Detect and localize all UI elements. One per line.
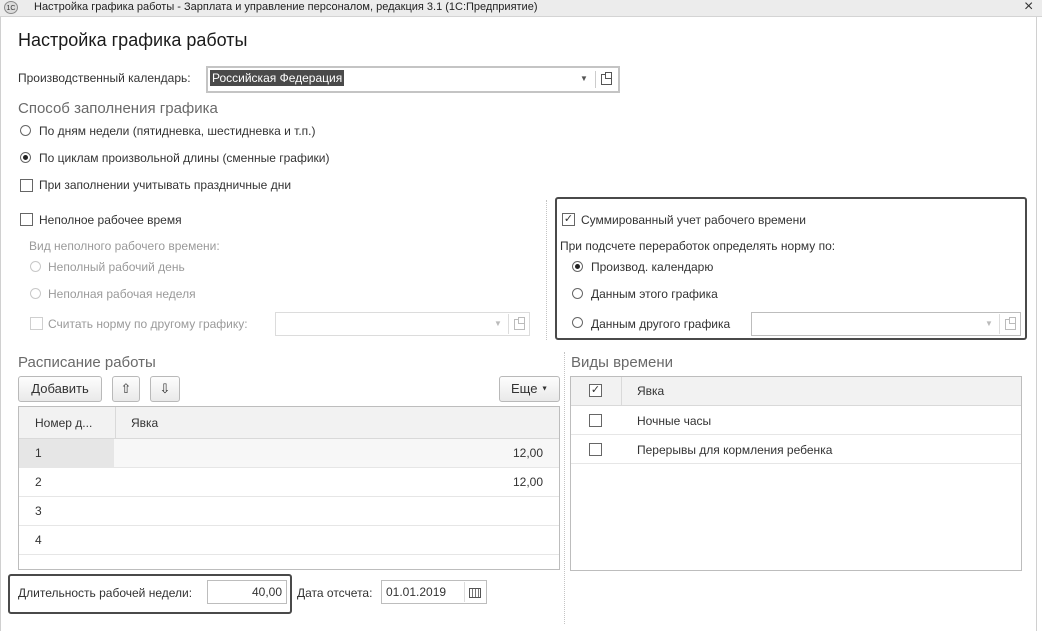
other-schedule-value xyxy=(754,315,758,331)
window-border-left xyxy=(0,17,1,631)
open-icon[interactable] xyxy=(596,69,616,89)
window-title: Настройка графика работы - Зарплата и уп… xyxy=(34,1,538,13)
summary-norm-label: При подсчете переработок определять норм… xyxy=(560,239,836,253)
row-num: 3 xyxy=(35,504,42,518)
time-types-table: ✓ Явка Ночные часы Перерывы для кормлени… xyxy=(570,376,1022,571)
arrow-down-icon: ⇩ xyxy=(159,381,171,396)
column-separator xyxy=(115,407,116,438)
form-title: Настройка графика работы xyxy=(18,30,248,50)
norm-other-value xyxy=(278,315,282,331)
radio-weekdays-label: По дням недели (пятидневка, шестидневка … xyxy=(39,124,316,138)
radio-cycles[interactable] xyxy=(20,152,31,163)
item-checkbox[interactable] xyxy=(589,443,602,456)
other-schedule-field[interactable]: ▼ xyxy=(751,312,1021,336)
move-up-button[interactable]: ⇧ xyxy=(112,376,140,402)
radio-other-schedule-label: Данным другого графика xyxy=(591,317,731,331)
week-duration-label: Длительность рабочей недели: xyxy=(18,586,193,600)
schedule-title: Расписание работы xyxy=(18,354,156,371)
part-time-checkbox[interactable] xyxy=(20,213,33,226)
open-icon[interactable] xyxy=(999,314,1020,334)
arrow-up-icon: ⇧ xyxy=(120,381,132,396)
radio-prod-calendar-label: Производ. календарю xyxy=(591,260,714,274)
radio-partial-week-label: Неполная рабочая неделя xyxy=(48,287,196,301)
time-types-title: Виды времени xyxy=(571,354,674,371)
part-time-kind-label: Вид неполного рабочего времени: xyxy=(29,239,220,253)
add-button[interactable]: Добавить xyxy=(18,376,102,402)
holidays-label: При заполнении учитывать праздничные дни xyxy=(39,178,292,192)
header-checkbox[interactable]: ✓ xyxy=(589,384,602,397)
chevron-down-icon[interactable]: ▼ xyxy=(488,314,508,334)
app-logo-icon: 1С xyxy=(4,1,18,14)
more-button-label: Еще xyxy=(510,381,538,396)
summary-label: Суммированный учет рабочего времени xyxy=(581,213,806,227)
row-value: 12,00 xyxy=(512,475,543,489)
row-value: 12,00 xyxy=(512,446,543,460)
norm-other-checkbox[interactable] xyxy=(30,317,43,330)
table-row[interactable] xyxy=(19,497,559,526)
more-button[interactable]: Еще ▼ xyxy=(499,376,560,402)
calendar-value: Российская Федерация xyxy=(210,70,345,86)
item-label: Перерывы для кормления ребенка xyxy=(637,443,833,457)
checkmark-icon: ✓ xyxy=(563,213,574,225)
calendar-field[interactable]: Российская Федерация ▼ xyxy=(206,66,620,93)
row-num: 1 xyxy=(35,446,42,460)
radio-partial-day[interactable] xyxy=(30,261,41,272)
radio-this-schedule-label: Данным этого графика xyxy=(591,287,718,301)
ref-date-label: Дата отсчета: xyxy=(297,586,373,600)
holidays-checkbox[interactable] xyxy=(20,179,33,192)
table-row[interactable] xyxy=(19,526,559,555)
radio-weekdays[interactable] xyxy=(20,125,31,136)
radio-cycles-label: По циклам произвольной длины (сменные гр… xyxy=(39,151,330,165)
radio-this-schedule[interactable] xyxy=(572,288,583,299)
norm-other-field[interactable]: ▼ xyxy=(275,312,530,336)
summary-checkbox[interactable]: ✓ xyxy=(562,213,575,226)
item-checkbox[interactable] xyxy=(589,414,602,427)
open-icon[interactable] xyxy=(508,314,529,334)
radio-partial-day-label: Неполный рабочий день xyxy=(48,260,185,274)
item-label: Ночные часы xyxy=(637,414,712,428)
column-header-num[interactable]: Номер д... xyxy=(35,416,92,430)
schedule-table: Номер д... Явка 1 12,00 2 12,00 3 4 xyxy=(18,406,560,570)
calendar-icon xyxy=(469,587,481,598)
column-separator xyxy=(621,377,622,405)
fill-method-title: Способ заполнения графика xyxy=(18,100,218,117)
selected-cell xyxy=(19,439,114,467)
close-icon[interactable]: × xyxy=(1024,0,1033,16)
chevron-down-icon[interactable]: ▼ xyxy=(574,69,594,89)
column-header-attendance[interactable]: Явка xyxy=(131,416,158,430)
column-divider xyxy=(546,200,547,340)
week-duration-field[interactable] xyxy=(207,580,287,604)
checkmark-icon: ✓ xyxy=(590,384,601,396)
chevron-down-icon: ▼ xyxy=(541,385,548,393)
calendar-label: Производственный календарь: xyxy=(18,71,191,85)
calendar-picker-button[interactable] xyxy=(464,582,485,602)
table-header xyxy=(19,407,559,439)
row-num: 2 xyxy=(35,475,42,489)
radio-prod-calendar[interactable] xyxy=(572,261,583,272)
norm-other-label: Считать норму по другому графику: xyxy=(48,317,248,331)
window-border-right xyxy=(1036,17,1037,631)
chevron-down-icon[interactable]: ▼ xyxy=(979,314,999,334)
part-time-label: Неполное рабочее время xyxy=(39,213,182,227)
radio-other-schedule[interactable] xyxy=(572,317,583,328)
row-num: 4 xyxy=(35,533,42,547)
column-divider xyxy=(564,352,565,624)
column-header-attendance: Явка xyxy=(637,384,665,398)
move-down-button[interactable]: ⇩ xyxy=(150,376,180,402)
radio-partial-week[interactable] xyxy=(30,288,41,299)
